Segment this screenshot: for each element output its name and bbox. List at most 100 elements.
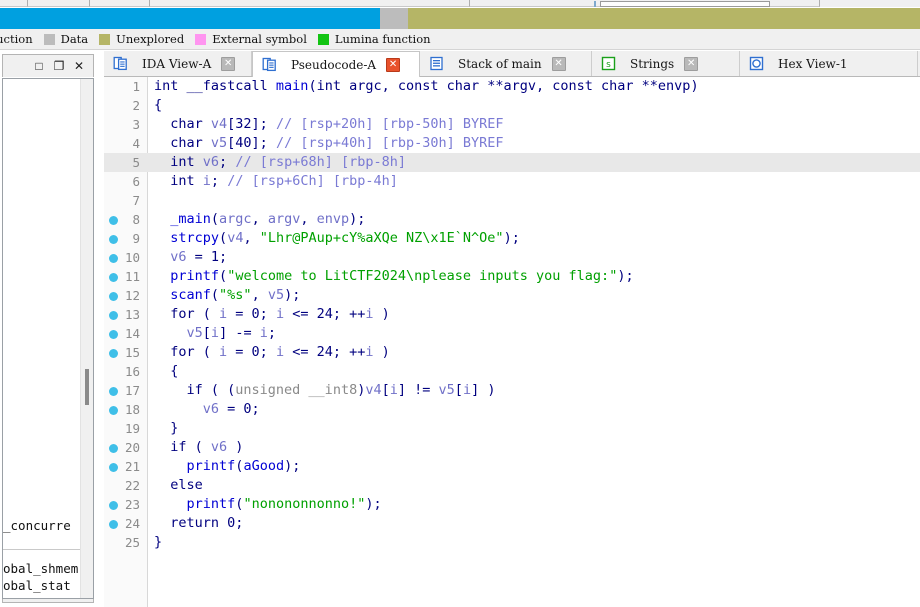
functions-list[interactable]: _concurre obal_shmemobal_stat — [3, 79, 80, 598]
code-token — [154, 249, 170, 265]
toolbar-sliver — [0, 0, 920, 8]
code-line[interactable]: 11 printf("welcome to LitCTF2024\nplease… — [104, 267, 920, 286]
tab-hex-view-1[interactable]: Hex View-1✕ — [740, 51, 918, 76]
line-number: 8 — [104, 210, 140, 229]
code-line[interactable]: 4 char v5[40]; // [rsp+40h] [rbp-30h] BY… — [104, 134, 920, 153]
code-token: int — [154, 173, 203, 189]
code-line[interactable]: 14 v5[i] -= i; — [104, 324, 920, 343]
legend-item: Lumina function — [318, 32, 431, 46]
document-icon — [112, 56, 128, 72]
code-token: ( — [211, 287, 219, 303]
line-number: 6 — [104, 172, 140, 191]
code-line[interactable]: 13 for ( i = 0; i <= 24; ++i ) — [104, 305, 920, 324]
code-line[interactable]: 1int __fastcall main(int argc, const cha… — [104, 77, 920, 96]
line-number: 1 — [104, 77, 140, 96]
code-token: i — [365, 306, 373, 322]
functions-scrollbar[interactable] — [80, 79, 93, 598]
code-line[interactable]: 3 char v4[32]; // [rsp+20h] [rbp-50h] BY… — [104, 115, 920, 134]
functions-scrollbar-thumb[interactable] — [85, 369, 89, 405]
toolbar-button-group-3[interactable] — [90, 0, 150, 7]
code-token: v4 — [227, 230, 243, 246]
code-token: if ( ( — [154, 382, 235, 398]
code-token: ) — [227, 439, 243, 455]
tab-close-icon[interactable]: ✕ — [386, 58, 400, 72]
toolbar-button-group-4[interactable] — [150, 0, 470, 7]
tab-close-icon[interactable]: ✕ — [684, 57, 698, 71]
code-line[interactable]: 23 printf("nonononnonno!"); — [104, 495, 920, 514]
code-token: ; — [219, 154, 235, 170]
code-line[interactable]: 25} — [104, 533, 920, 552]
legend-item: External symbol — [195, 32, 307, 46]
tab-strings[interactable]: s Strings✕ — [592, 51, 740, 76]
code-token: else — [154, 477, 203, 493]
tile-window-button[interactable]: ❐ — [49, 57, 69, 75]
code-line[interactable]: 22 else — [104, 476, 920, 495]
code-token: _main — [170, 211, 211, 227]
line-number: 20 — [104, 438, 140, 457]
code-token: main — [276, 78, 309, 94]
code-line[interactable]: 8 _main(argc, argv, envp); — [104, 210, 920, 229]
view-tabbar[interactable]: IDA View-A✕Pseudocode-A✕Stack of main✕sS… — [104, 51, 920, 77]
navigator-segment-unexplored[interactable] — [408, 8, 920, 29]
pseudocode-view[interactable]: 1int __fastcall main(int argc, const cha… — [104, 77, 920, 607]
code-line[interactable]: 15 for ( i = 0; i <= 24; ++i ) — [104, 343, 920, 362]
tab-stack-of-main[interactable]: Stack of main✕ — [420, 51, 592, 76]
code-line[interactable]: 19 } — [104, 419, 920, 438]
navigator-legend: tructionDataUnexploredExternal symbolLum… — [0, 29, 920, 50]
code-line-text: for ( i = 0; i <= 24; ++i ) — [154, 305, 390, 324]
legend-swatch-icon — [99, 34, 110, 45]
code-token: unsigned __int8 — [235, 382, 357, 398]
tab-close-icon[interactable]: ✕ — [552, 57, 566, 71]
tab-pseudocode-a[interactable]: Pseudocode-A✕ — [252, 51, 420, 77]
code-token: [ — [455, 382, 463, 398]
code-token — [154, 325, 187, 341]
navigator-segment-instruction[interactable] — [0, 8, 380, 29]
toolbar-button-group-1[interactable] — [0, 0, 28, 7]
code-token: ; — [211, 173, 227, 189]
restore-window-button[interactable]: □ — [29, 57, 49, 75]
code-line[interactable]: 21 printf(aGood); — [104, 457, 920, 476]
code-line-text: { — [154, 362, 178, 381]
code-line[interactable]: 9 strcpy(v4, "Lhr@PAup+cY%aXQe NZ\x1E`N^… — [104, 229, 920, 248]
code-line[interactable]: 16 { — [104, 362, 920, 381]
code-line[interactable]: 10 v6 = 1; — [104, 248, 920, 267]
functions-panel-body[interactable]: _concurre obal_shmemobal_stat — [2, 78, 94, 599]
tab-label: Strings — [620, 57, 684, 71]
code-line[interactable]: 2{ — [104, 96, 920, 115]
code-line[interactable]: 5 int v6; // [rsp+68h] [rbp-8h] — [104, 153, 920, 172]
code-lines[interactable]: 1int __fastcall main(int argc, const cha… — [104, 77, 920, 607]
code-line-text: strcpy(v4, "Lhr@PAup+cY%aXQe NZ\x1E`N^Oe… — [154, 229, 520, 248]
code-line[interactable]: 12 scanf("%s", v5); — [104, 286, 920, 305]
toolbar-combo[interactable] — [600, 1, 770, 7]
function-list-item[interactable]: _concurre — [3, 517, 71, 534]
code-line[interactable]: 6 int i; // [rsp+6Ch] [rbp-4h] — [104, 172, 920, 191]
code-line[interactable]: 7 — [104, 191, 920, 210]
tab-ida-view-a[interactable]: IDA View-A✕ — [104, 51, 252, 76]
code-line-text: } — [154, 419, 178, 438]
navigator-band[interactable] — [0, 8, 920, 29]
code-line-text: char v5[40]; // [rsp+40h] [rbp-30h] BYRE… — [154, 134, 504, 153]
svg-text:s: s — [606, 60, 611, 70]
code-token: "Lhr@PAup+cY%aXQe NZ\x1E`N^Oe" — [260, 230, 504, 246]
tab-close-icon[interactable]: ✕ — [221, 57, 235, 71]
toolbar-button-group-2[interactable] — [28, 0, 90, 7]
strings-icon: s — [600, 56, 616, 72]
tab-label: Pseudocode-A — [281, 58, 386, 72]
function-list-item[interactable]: obal_shmem — [3, 560, 78, 577]
code-token: [32]; — [227, 116, 276, 132]
code-token: i — [219, 344, 227, 360]
code-token: i — [211, 325, 219, 341]
code-line[interactable]: 24 return 0; — [104, 514, 920, 533]
code-line[interactable]: 17 if ( (unsigned __int8)v4[i] != v5[i] … — [104, 381, 920, 400]
code-token: i — [390, 382, 398, 398]
code-token: = 0; — [227, 344, 276, 360]
code-line[interactable]: 18 v6 = 0; — [104, 400, 920, 419]
close-window-button[interactable]: ✕ — [69, 57, 89, 75]
code-line[interactable]: 20 if ( v6 ) — [104, 438, 920, 457]
code-token: ( — [211, 211, 219, 227]
code-token: scanf — [170, 287, 211, 303]
navigator-segment-data[interactable] — [380, 8, 408, 29]
legend-swatch-icon — [195, 34, 206, 45]
line-number: 4 — [104, 134, 140, 153]
function-list-item[interactable]: obal_stat — [3, 577, 71, 594]
